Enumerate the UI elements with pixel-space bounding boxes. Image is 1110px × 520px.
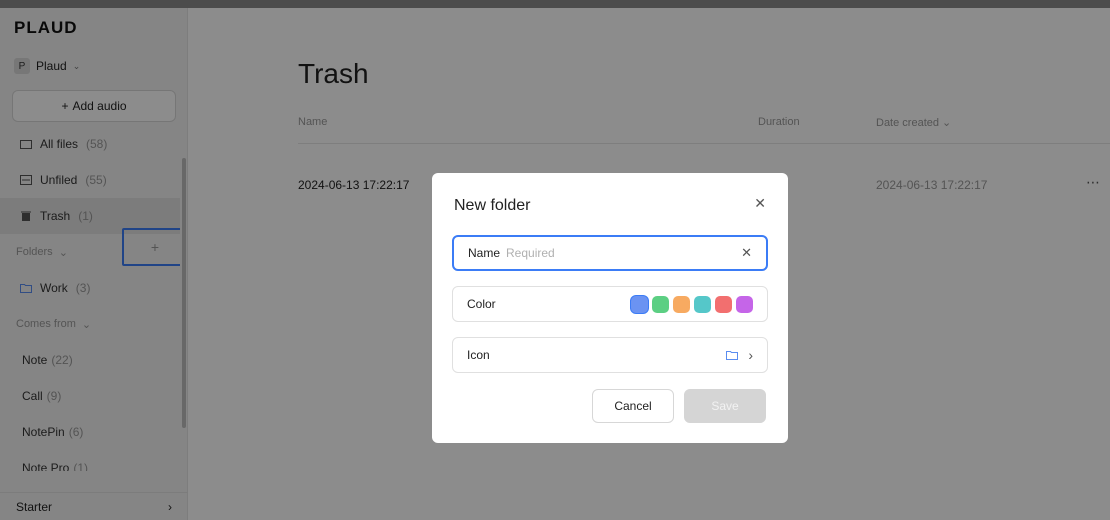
- color-swatches: [631, 295, 753, 313]
- color-swatch[interactable]: [652, 295, 669, 313]
- folder-name-input[interactable]: [506, 246, 742, 260]
- color-swatch[interactable]: [631, 295, 648, 313]
- color-label: Color: [467, 297, 496, 311]
- new-folder-dialog: New folder ✕ Name ✕ Color Icon › Cancel …: [432, 173, 788, 443]
- dialog-title: New folder: [454, 197, 531, 214]
- icon-picker-row[interactable]: Icon ›: [452, 337, 768, 373]
- name-label: Name: [468, 246, 501, 260]
- icon-label: Icon: [467, 348, 490, 362]
- save-button[interactable]: Save: [684, 389, 766, 423]
- color-swatch[interactable]: [736, 295, 753, 313]
- clear-icon[interactable]: ✕: [741, 245, 752, 261]
- color-swatch[interactable]: [694, 295, 711, 313]
- cancel-button[interactable]: Cancel: [592, 389, 674, 423]
- folder-icon: [726, 351, 739, 360]
- name-field[interactable]: Name ✕: [452, 235, 768, 271]
- chevron-right-icon: ›: [748, 347, 753, 363]
- color-field: Color: [452, 286, 768, 322]
- close-icon[interactable]: ✕: [754, 195, 766, 212]
- color-swatch[interactable]: [673, 295, 690, 313]
- color-swatch[interactable]: [715, 295, 732, 313]
